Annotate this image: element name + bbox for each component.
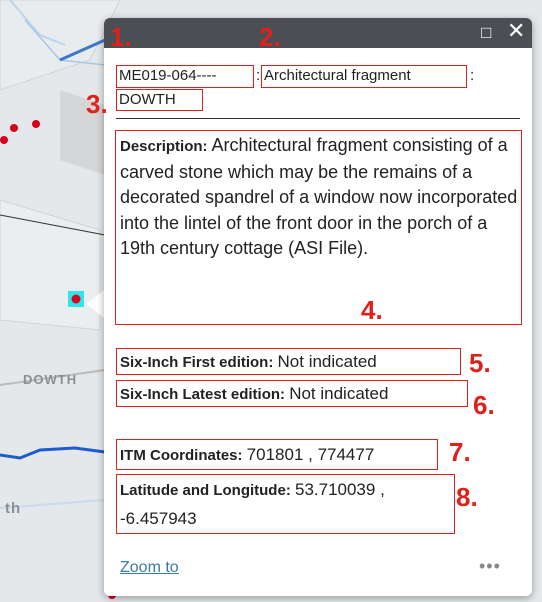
first-edition-row: Six-Inch First edition: Not indicated	[120, 352, 377, 372]
first-edition-value: Not indicated	[277, 352, 377, 371]
annotation-number-1: 1.	[110, 22, 132, 52]
annotation-number-2: 2.	[259, 22, 281, 52]
latlon-label: Latitude and Longitude:	[120, 482, 291, 499]
latest-edition-value: Not indicated	[289, 384, 389, 403]
description-label: Description:	[120, 138, 208, 155]
annotation-number-3: 3.	[86, 89, 108, 119]
maximize-icon[interactable]: □	[481, 23, 491, 43]
popup-header: □ ✕	[104, 18, 532, 48]
itm-value: 701801 , 774477	[246, 445, 375, 464]
annotation-number-7: 7.	[449, 437, 471, 467]
title-separator: :	[470, 67, 475, 84]
more-actions-icon[interactable]: •••	[479, 556, 501, 577]
record-id: ME019-064----	[119, 67, 217, 84]
itm-label: ITM Coordinates:	[120, 447, 243, 464]
annotation-number-4: 4.	[361, 295, 383, 325]
record-townland: DOWTH	[119, 91, 176, 108]
latest-edition-label: Six-Inch Latest edition:	[120, 386, 286, 403]
description: Description: Architectural fragment cons…	[120, 133, 520, 262]
latest-edition-row: Six-Inch Latest edition: Not indicated	[120, 384, 388, 404]
latlon-row: Latitude and Longitude: 53.710039 ,	[120, 480, 385, 500]
annotation-number-6: 6.	[473, 390, 495, 420]
annotation-number-8: 8.	[456, 482, 478, 512]
popup-pointer	[86, 290, 104, 318]
map-place-label-partial: th	[5, 500, 22, 517]
latlon-value-line1: 53.710039 ,	[294, 480, 385, 499]
title-separator: :	[256, 67, 261, 84]
latlon-value-line2: -6.457943	[120, 509, 197, 528]
annotation-number-5: 5.	[469, 348, 491, 378]
map-place-label: DOWTH	[23, 372, 78, 387]
close-icon[interactable]: ✕	[507, 20, 525, 42]
record-classification: Architectural fragment	[264, 67, 411, 84]
first-edition-label: Six-Inch First edition:	[120, 354, 274, 371]
itm-row: ITM Coordinates: 701801 , 774477	[120, 445, 374, 465]
title-divider	[116, 118, 520, 119]
zoom-to-link[interactable]: Zoom to	[120, 559, 179, 577]
